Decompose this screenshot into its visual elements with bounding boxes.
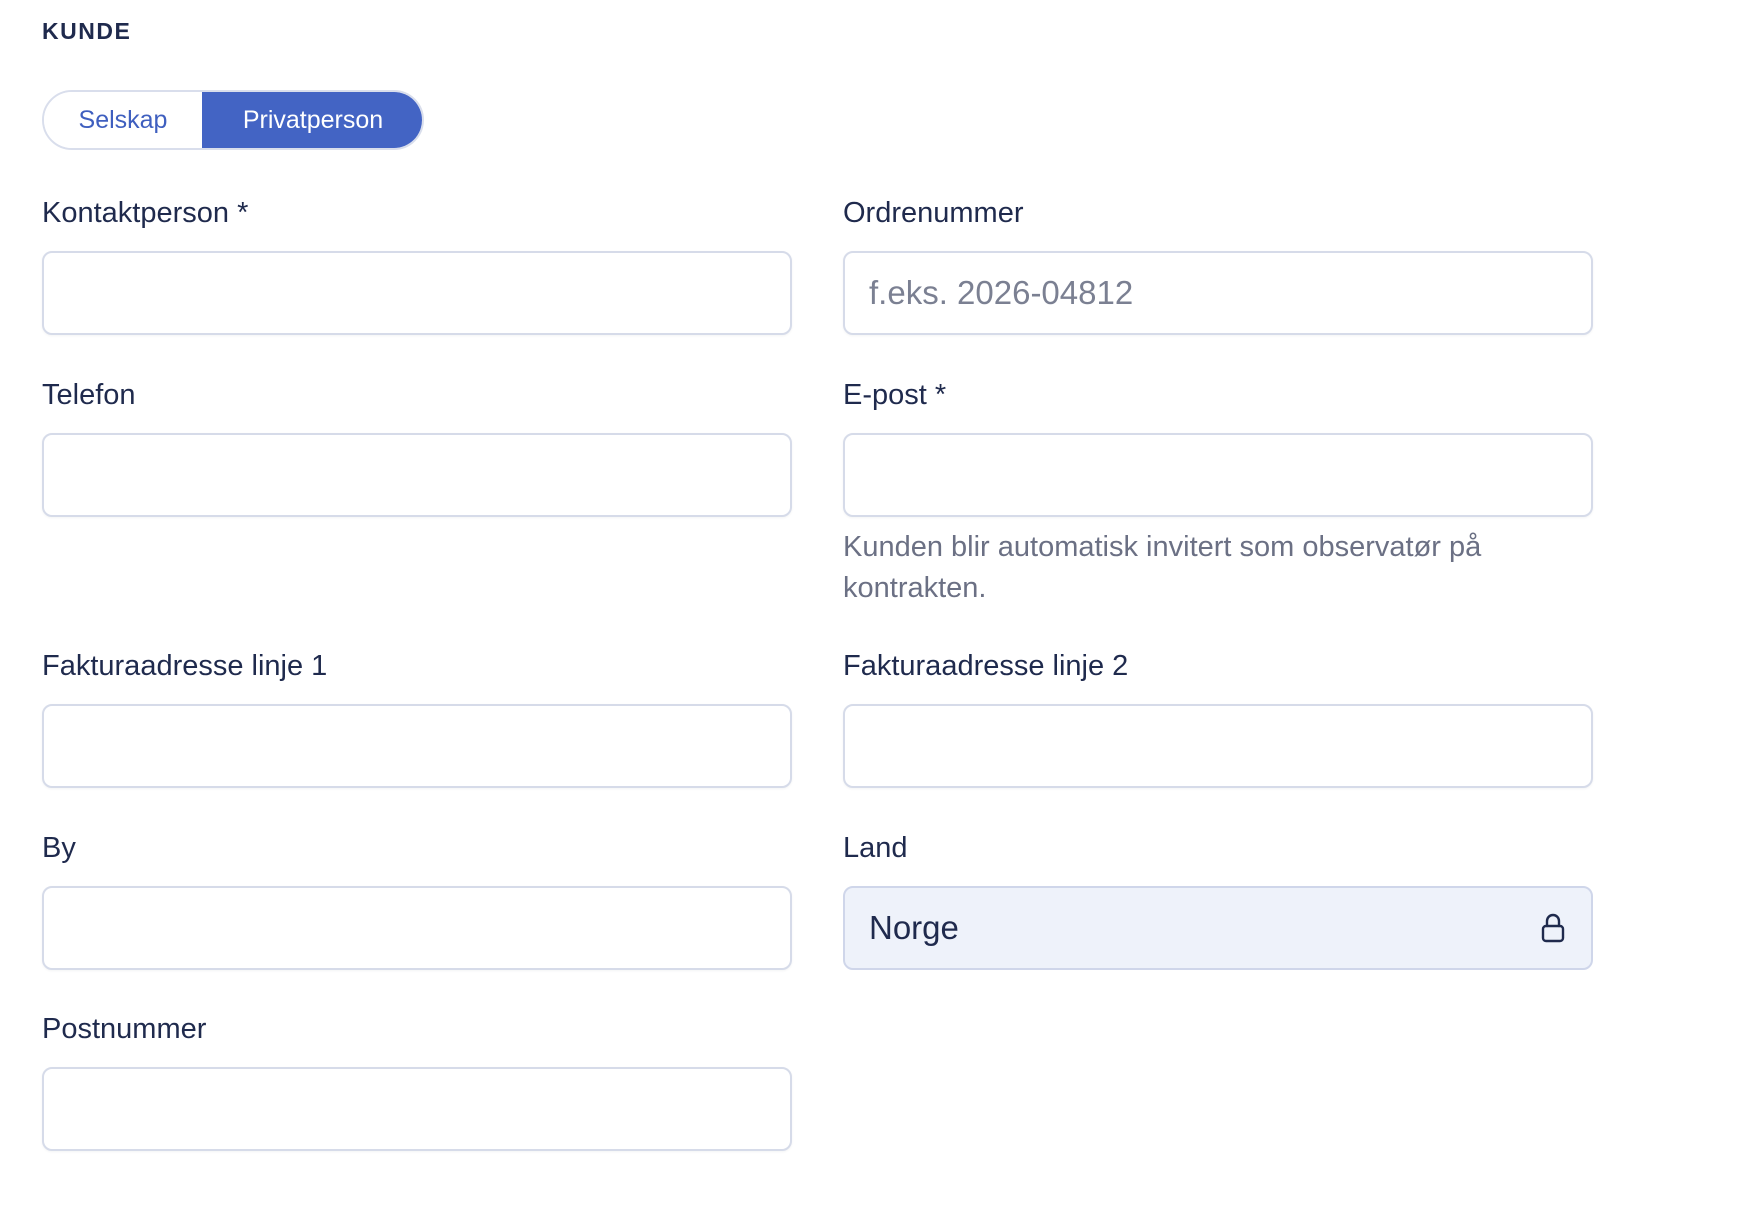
telefon-input[interactable] bbox=[42, 433, 792, 517]
selskap-option[interactable]: Selskap bbox=[44, 92, 202, 148]
fakturaadresse-2-label: Fakturaadresse linje 2 bbox=[843, 650, 1129, 682]
kontaktperson-input[interactable] bbox=[42, 251, 792, 335]
epost-field: E-post * Kunden blir automatisk invitert… bbox=[843, 377, 1593, 609]
postnummer-input[interactable] bbox=[42, 1067, 792, 1151]
fakturaadresse-2-input[interactable] bbox=[843, 704, 1593, 788]
telefon-field: Telefon bbox=[42, 377, 792, 517]
postnummer-label: Postnummer bbox=[42, 1013, 207, 1045]
fakturaadresse-1-field: Fakturaadresse linje 1 bbox=[42, 648, 792, 788]
epost-label: E-post * bbox=[843, 379, 947, 411]
land-value: Norge bbox=[869, 909, 959, 946]
section-title: KUNDE bbox=[42, 18, 132, 44]
by-field: By bbox=[42, 830, 792, 970]
telefon-label: Telefon bbox=[42, 379, 136, 411]
ordrenummer-label: Ordrenummer bbox=[843, 197, 1024, 229]
ordrenummer-field: Ordrenummer bbox=[843, 195, 1593, 335]
fakturaadresse-1-label: Fakturaadresse linje 1 bbox=[42, 650, 328, 682]
land-locked-input: Norge bbox=[843, 886, 1593, 970]
fakturaadresse-1-input[interactable] bbox=[42, 704, 792, 788]
land-label: Land bbox=[843, 832, 908, 864]
by-input[interactable] bbox=[42, 886, 792, 970]
customer-type-toggle: Selskap Privatperson bbox=[42, 90, 424, 150]
postnummer-field: Postnummer bbox=[42, 1011, 792, 1151]
kontaktperson-label: Kontaktperson * bbox=[42, 197, 249, 229]
kontaktperson-field: Kontaktperson * bbox=[42, 195, 792, 335]
epost-input[interactable] bbox=[843, 433, 1593, 517]
lock-icon bbox=[1539, 911, 1567, 945]
epost-helper-text: Kunden blir automatisk invitert som obse… bbox=[843, 531, 1482, 604]
land-field: Land Norge bbox=[843, 830, 1593, 970]
ordrenummer-input[interactable] bbox=[843, 251, 1593, 335]
fakturaadresse-2-field: Fakturaadresse linje 2 bbox=[843, 648, 1593, 788]
by-label: By bbox=[42, 832, 76, 864]
privatperson-option[interactable]: Privatperson bbox=[202, 92, 422, 148]
